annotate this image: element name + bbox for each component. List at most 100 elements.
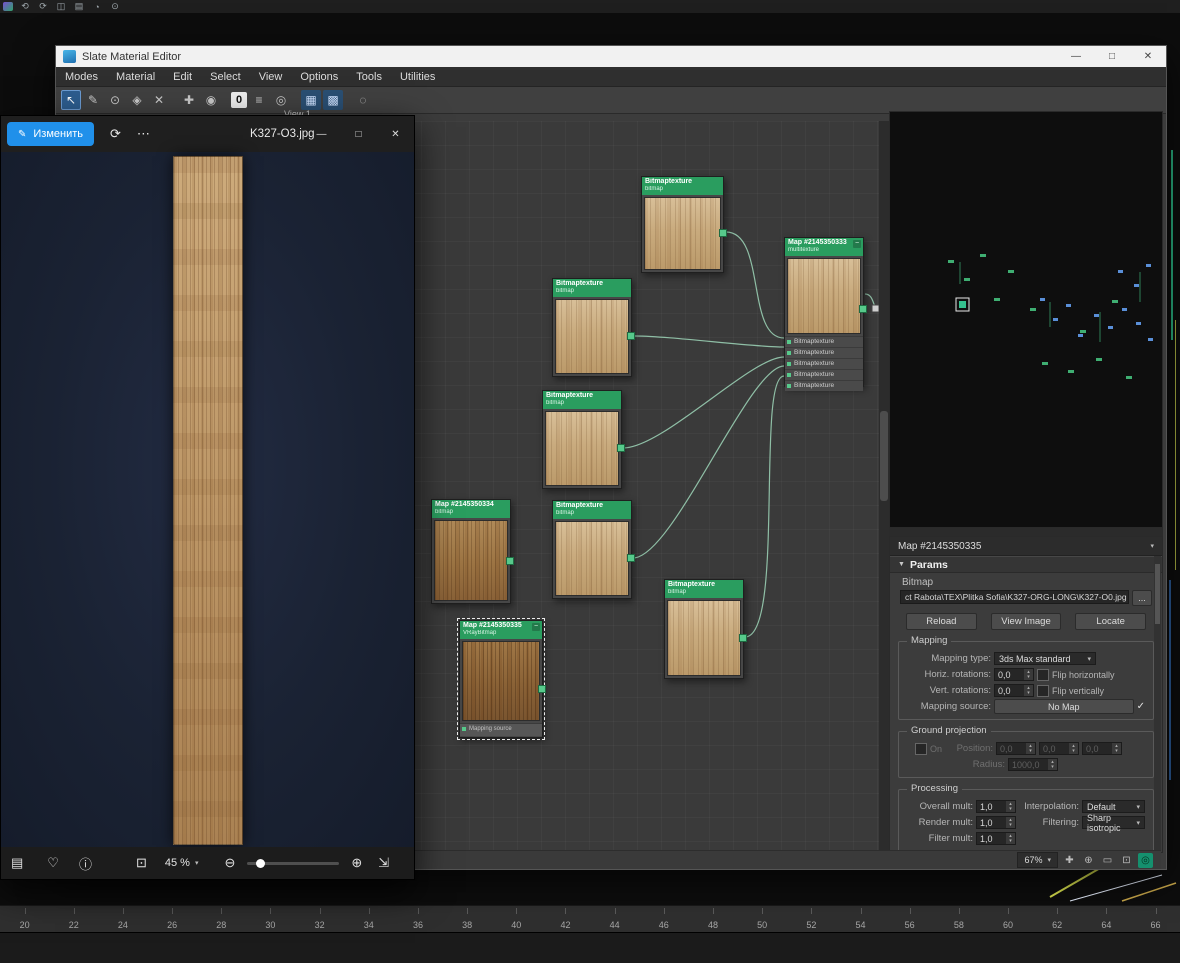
spinner-down-icon[interactable]: ▾ — [1112, 749, 1121, 754]
redo-icon[interactable]: ⟳ — [37, 1, 49, 12]
overall-mult-spinner[interactable]: 1,0▴▾ — [976, 800, 1016, 813]
timeline-tick[interactable]: 62 — [1033, 906, 1082, 933]
timeline-tick[interactable]: 32 — [295, 906, 344, 933]
timeline-tick[interactable]: 36 — [393, 906, 442, 933]
input-connector[interactable] — [787, 373, 791, 377]
track-bar[interactable] — [0, 932, 1180, 963]
timeline-tick[interactable]: 42 — [541, 906, 590, 933]
output-connector[interactable] — [617, 444, 625, 452]
node-header[interactable]: Bitmaptexture bitmap — [553, 279, 631, 297]
input-connector[interactable] — [787, 384, 791, 388]
rotate-icon[interactable]: ⟳ — [110, 126, 121, 142]
collapse-icon[interactable]: − — [853, 240, 861, 248]
show-grid-icon[interactable]: ▦ — [301, 90, 321, 110]
show-background-icon[interactable]: ▩ — [323, 90, 343, 110]
collapse-icon[interactable]: − — [532, 623, 540, 631]
close-button[interactable]: ✕ — [377, 116, 414, 152]
navigator-minimap[interactable] — [889, 111, 1163, 528]
output-connector[interactable] — [538, 685, 546, 693]
zoom-in-icon[interactable]: ⊕ — [351, 855, 362, 871]
input-slot[interactable]: Bitmaptexture — [785, 369, 863, 380]
spinner-value[interactable]: 0,0 — [997, 743, 1026, 754]
info-icon[interactable]: ⓘ — [79, 854, 92, 873]
zoom-level-dropdown[interactable]: 45 % ▾ — [165, 857, 199, 869]
spinner-down-icon[interactable]: ▾ — [1006, 839, 1015, 844]
put-material-icon[interactable]: ⊙ — [105, 90, 125, 110]
filter-mult-spinner[interactable]: 1,0▴▾ — [976, 832, 1016, 845]
photo-canvas[interactable] — [1, 152, 414, 847]
position-x-spinner[interactable]: 0,0▴▾ — [996, 742, 1036, 755]
menu-edit[interactable]: Edit — [164, 71, 201, 83]
spinner-value[interactable]: 0,0 — [1040, 743, 1069, 754]
node-header[interactable]: Bitmaptexture bitmap — [665, 580, 743, 598]
node-thumbnail[interactable] — [644, 197, 721, 270]
spinner-down-icon[interactable]: ▾ — [1006, 823, 1015, 828]
window-icon[interactable]: ◫ — [55, 1, 67, 12]
maximize-button[interactable]: □ — [1094, 46, 1130, 67]
node-header[interactable]: Bitmaptexture bitmap — [543, 391, 621, 409]
material-id-channel-button[interactable]: 0 — [231, 92, 247, 108]
zoom-tool-icon[interactable]: ⊕ — [1081, 853, 1096, 868]
zoom-region-icon[interactable]: ▭ — [1100, 853, 1115, 868]
zoom-out-icon[interactable]: ⊖ — [224, 855, 235, 871]
timeline-tick[interactable]: 46 — [639, 906, 688, 933]
spinner-down-icon[interactable]: ▾ — [1024, 675, 1033, 680]
position-y-spinner[interactable]: 0,0▴▾ — [1039, 742, 1079, 755]
params-scrollbar[interactable] — [1154, 556, 1161, 850]
node-header[interactable]: Bitmaptexture bitmap — [642, 177, 723, 195]
ground-on-checkbox[interactable] — [915, 743, 927, 755]
timeline-tick[interactable]: 52 — [787, 906, 836, 933]
position-z-spinner[interactable]: 0,0▴▾ — [1082, 742, 1122, 755]
parameter-panel-header[interactable]: Map #2145350335 ▾ — [890, 537, 1162, 556]
horiz-rotations-spinner[interactable]: 0,0 ▴▾ — [994, 668, 1034, 681]
vert-rotations-spinner[interactable]: 0,0 ▴▾ — [994, 684, 1034, 697]
select-tool-icon[interactable]: ↖ — [61, 90, 81, 110]
timeline-tick[interactable]: 20 — [0, 906, 49, 933]
input-slot[interactable]: Bitmaptexture — [785, 380, 863, 391]
check-icon[interactable]: ✓ — [1137, 701, 1145, 712]
spinner-down-icon[interactable]: ▾ — [1006, 807, 1015, 812]
material-node-bitmaptexture[interactable]: Bitmaptexture bitmap — [552, 500, 632, 599]
undo-icon[interactable]: ⟲ — [19, 1, 31, 12]
slate-title-bar[interactable]: Slate Material Editor — □ ✕ — [56, 46, 1166, 67]
photos-title-bar[interactable]: ✎ Изменить ⟳ ⋯ K327-O3.jpg — □ ✕ — [1, 116, 414, 152]
timeline-tick[interactable]: 48 — [688, 906, 737, 933]
graph-zoom-dropdown[interactable]: 67% ▾ — [1017, 852, 1058, 868]
timeline-ruler[interactable]: 2022242628303234363840424446485052545658… — [0, 905, 1180, 933]
more-options-icon[interactable]: ⋯ — [137, 126, 150, 142]
scrollbar-thumb[interactable] — [880, 411, 888, 501]
timeline-tick[interactable]: 28 — [197, 906, 246, 933]
node-thumbnail[interactable] — [787, 258, 861, 334]
mapping-type-dropdown[interactable]: 3ds Max standard ▾ — [994, 652, 1096, 665]
output-connector[interactable] — [627, 332, 635, 340]
material-node-multitexture[interactable]: Map #2145350333 multitexture − Bitmaptex… — [784, 237, 864, 387]
node-header[interactable]: Bitmaptexture bitmap — [553, 501, 631, 519]
menu-modes[interactable]: Modes — [56, 71, 107, 83]
scrollbar-thumb[interactable] — [1155, 564, 1160, 624]
close-button[interactable]: ✕ — [1130, 46, 1166, 67]
reload-button[interactable]: Reload — [906, 613, 977, 630]
spinner-value[interactable]: 1,0 — [977, 817, 1006, 828]
maximize-button[interactable]: □ — [340, 116, 377, 152]
material-node-bitmaptexture[interactable]: Bitmaptexture bitmap — [542, 390, 622, 489]
params-rollout[interactable]: ▼ Params — [890, 556, 1162, 573]
view-image-button[interactable]: View Image — [991, 613, 1062, 630]
input-slot[interactable]: Bitmaptexture — [785, 358, 863, 369]
timeline-tick[interactable]: 30 — [246, 906, 295, 933]
show-map-icon[interactable]: ◈ — [127, 90, 147, 110]
input-slot[interactable]: Bitmaptexture — [785, 347, 863, 358]
node-header[interactable]: Map #2145350334 bitmap — [432, 500, 510, 518]
layout-all-icon[interactable]: ≡ — [249, 90, 269, 110]
delete-selected-icon[interactable]: ✕ — [149, 90, 169, 110]
filtering-dropdown[interactable]: Sharp isotropic ▾ — [1082, 816, 1145, 829]
assign-material-icon[interactable]: ◉ — [201, 90, 221, 110]
history-icon[interactable]: ◔ — [91, 1, 103, 12]
node-thumbnail[interactable] — [462, 641, 540, 721]
material-node-map-335-selected[interactable]: Map #2145350335 VRayBitmap − Mapping sou… — [459, 620, 543, 738]
spinner-down-icon[interactable]: ▾ — [1024, 691, 1033, 696]
zoom-extents-icon[interactable]: ⊡ — [1119, 853, 1134, 868]
output-connector[interactable] — [739, 634, 747, 642]
graph-scrollbar[interactable] — [879, 121, 889, 853]
menu-utilities[interactable]: Utilities — [391, 71, 444, 83]
input-connector[interactable] — [787, 351, 791, 355]
